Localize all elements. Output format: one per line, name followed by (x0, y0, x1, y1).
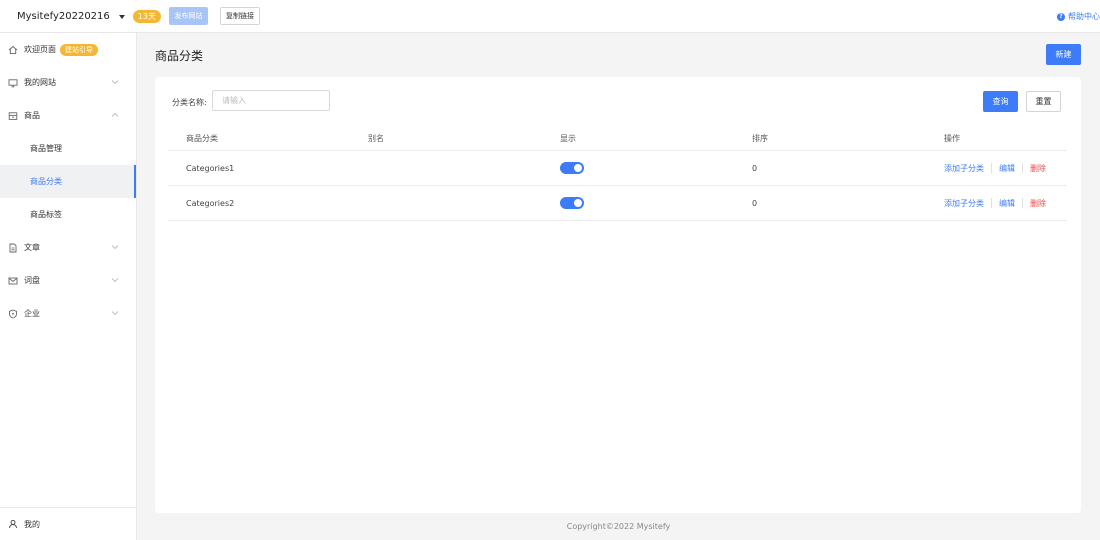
publish-site-button[interactable]: 发布网站 (169, 7, 208, 25)
content-card: 分类名称: 查询 重置 商品分类 别名 显示 排序 操作 Categories1… (155, 77, 1081, 513)
sidebar-item-survey[interactable]: 词盘 (0, 264, 136, 297)
box-icon (8, 111, 18, 121)
shield-icon (8, 309, 18, 319)
sidebar-item-label: 商品 (24, 111, 40, 120)
header-alias: 别名 (368, 134, 384, 143)
caret-down-icon (118, 14, 125, 19)
copyright-text: Copyright©2022 Mysitefy (566, 522, 671, 531)
show-cell (560, 186, 584, 220)
sidebar-subitem-product-management[interactable]: 商品管理 (0, 132, 136, 165)
add-subcategory-link[interactable]: 添加子分类 (944, 163, 984, 174)
sidebar-item-articles[interactable]: 文章 (0, 231, 136, 264)
document-icon (8, 243, 18, 253)
monitor-icon (8, 78, 18, 88)
sidebar-item-label: 文章 (24, 243, 40, 252)
filter-label: 分类名称: (172, 98, 207, 107)
days-badge: 13天 (132, 10, 161, 23)
add-subcategory-link[interactable]: 添加子分类 (944, 198, 984, 209)
chevron-up-icon (111, 112, 119, 118)
divider (1022, 198, 1023, 208)
sidebar-item-label: 词盘 (24, 276, 40, 285)
chevron-down-icon (111, 310, 119, 316)
copy-link-button[interactable]: 复制链接 (220, 7, 260, 25)
chevron-down-icon (111, 244, 119, 250)
site-name: Mysitefy20220216 (17, 11, 110, 22)
sidebar-subitem-product-tags[interactable]: 商品标签 (0, 198, 136, 231)
row-actions: 添加子分类 编辑 删除 (944, 151, 1046, 185)
category-name: Categories2 (186, 198, 235, 208)
site-selector[interactable]: Mysitefy20220216 13天 (17, 10, 161, 23)
question-icon: ? (1057, 12, 1065, 21)
sidebar-subitem-product-category[interactable]: 商品分类 (0, 165, 136, 198)
delete-link[interactable]: 删除 (1030, 198, 1046, 209)
show-cell (560, 151, 584, 185)
guide-badge[interactable]: 建站引导 (60, 43, 98, 56)
edit-link[interactable]: 编辑 (999, 163, 1015, 174)
show-toggle[interactable] (560, 162, 584, 174)
mail-icon (8, 276, 18, 286)
table-row: Categories2 0 添加子分类 编辑 删除 (168, 186, 1067, 221)
sidebar-item-label: 我的网站 (24, 78, 56, 87)
top-bar: Mysitefy20220216 13天 发布网站 复制链接 ? 帮助中心 (0, 0, 1100, 33)
divider (1022, 163, 1023, 173)
sort-value: 0 (752, 163, 758, 173)
query-button[interactable]: 查询 (983, 91, 1018, 112)
header-sort: 排序 (752, 134, 768, 143)
delete-link[interactable]: 删除 (1030, 163, 1046, 174)
chevron-down-icon (111, 79, 119, 85)
help-label: 帮助中心 (1068, 12, 1100, 21)
header-actions: 操作 (944, 134, 960, 143)
home-icon (8, 45, 18, 55)
header-show: 显示 (560, 134, 576, 143)
category-name: Categories1 (186, 163, 235, 173)
chevron-down-icon (111, 277, 119, 283)
header-category: 商品分类 (186, 134, 218, 143)
category-name-input[interactable] (212, 90, 330, 111)
table-row: Categories1 0 添加子分类 编辑 删除 (168, 151, 1067, 186)
sidebar-item-my-site[interactable]: 我的网站 (0, 66, 136, 99)
sidebar-item-products[interactable]: 商品 (0, 99, 136, 132)
new-button[interactable]: 新建 (1046, 44, 1081, 65)
help-center-link[interactable]: ? 帮助中心 (1057, 11, 1100, 22)
sidebar-item-welcome[interactable]: 欢迎页面 建站引导 (0, 33, 136, 66)
show-toggle[interactable] (560, 197, 584, 209)
sidebar-item-label: 企业 (24, 309, 40, 318)
page-title: 商品分类 (155, 49, 204, 63)
row-actions: 添加子分类 编辑 删除 (944, 186, 1046, 220)
sidebar-item-company[interactable]: 企业 (0, 297, 136, 330)
table-header: 商品分类 别名 显示 排序 操作 (168, 127, 1067, 151)
sidebar-item-label: 欢迎页面 (24, 45, 56, 54)
sort-value: 0 (752, 198, 758, 208)
reset-button[interactable]: 重置 (1026, 91, 1061, 112)
divider (991, 198, 992, 208)
sidebar: 欢迎页面 建站引导 我的网站 商品 商品管理 商品分类 商品标签 文章 词盘 企… (0, 33, 137, 540)
edit-link[interactable]: 编辑 (999, 198, 1015, 209)
category-table: 商品分类 别名 显示 排序 操作 Categories1 0 添加子分类 编辑 … (168, 127, 1067, 221)
divider (991, 163, 992, 173)
